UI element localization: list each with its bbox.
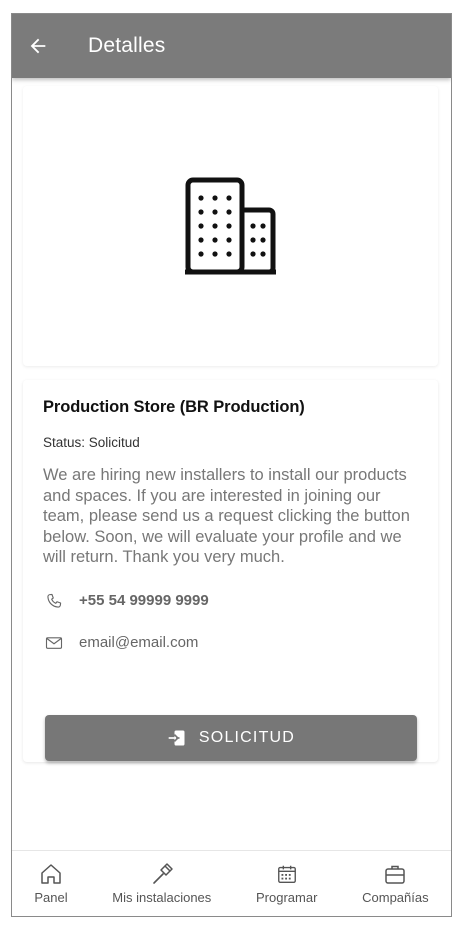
company-info-card: Production Store (BR Production) Status:… bbox=[23, 380, 438, 762]
back-button[interactable] bbox=[12, 14, 64, 78]
status-label: Status: Solicitud bbox=[43, 435, 140, 450]
content-area: Production Store (BR Production) Status:… bbox=[12, 78, 451, 852]
login-icon bbox=[167, 728, 187, 748]
nav-item-installations[interactable]: Mis instalaciones bbox=[112, 862, 211, 905]
phone-number: +55 54 99999 9999 bbox=[79, 592, 209, 609]
home-icon bbox=[39, 862, 63, 886]
email-address: email@email.com bbox=[79, 634, 199, 651]
request-button-label: SOLICITUD bbox=[198, 729, 296, 746]
nav-label-panel: Panel bbox=[34, 890, 68, 905]
hammer-icon bbox=[150, 862, 174, 886]
calendar-icon bbox=[276, 862, 298, 886]
phone-row[interactable]: +55 54 99999 9999 bbox=[43, 590, 418, 612]
company-image-card bbox=[23, 86, 438, 366]
company-description: We are hiring new installers to install … bbox=[43, 466, 410, 566]
nav-label-installations: Mis instalaciones bbox=[112, 890, 212, 905]
nav-item-panel[interactable]: Panel bbox=[34, 862, 68, 905]
building-icon bbox=[184, 177, 276, 275]
nav-label-schedule: Programar bbox=[256, 890, 318, 905]
bottom-navigation: Panel Mis instalaciones Programar Compañ… bbox=[12, 850, 451, 916]
briefcase-icon bbox=[383, 862, 407, 886]
arrow-left-icon bbox=[30, 38, 46, 54]
email-row[interactable]: email@email.com bbox=[43, 632, 418, 654]
phone-icon bbox=[43, 590, 65, 612]
request-button[interactable]: SOLICITUD bbox=[45, 715, 417, 761]
app-frame: Detalles Production Store (BR Production… bbox=[11, 13, 452, 917]
page-title: Detalles bbox=[88, 34, 166, 57]
mail-icon bbox=[43, 632, 65, 654]
nav-item-companies[interactable]: Compañías bbox=[362, 862, 429, 905]
app-bar: Detalles bbox=[12, 14, 451, 78]
nav-item-schedule[interactable]: Programar bbox=[256, 862, 317, 905]
company-name: Production Store (BR Production) bbox=[43, 398, 305, 416]
nav-label-companies: Compañías bbox=[362, 890, 429, 905]
